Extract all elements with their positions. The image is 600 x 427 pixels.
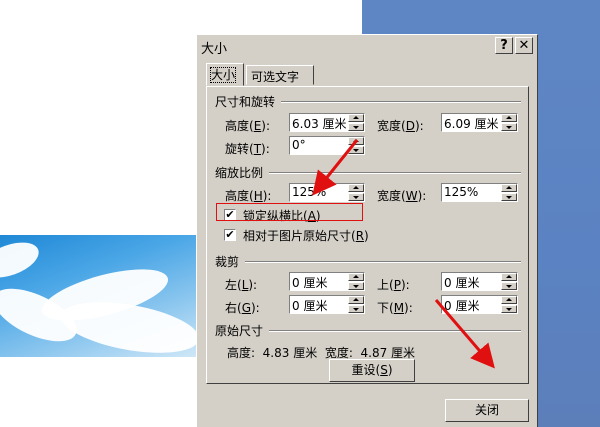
spin-up-icon[interactable] (501, 296, 517, 304)
divider (269, 330, 521, 332)
divider (281, 101, 521, 103)
crop-top-spinner[interactable]: 0 厘米 (441, 272, 518, 291)
size-dialog: 大小 ? ✕ 大小 可选文字 尺寸和旋转 高度(E): 6.03 厘米 宽度(D… (196, 34, 538, 427)
spin-up-icon[interactable] (348, 114, 364, 122)
spin-down-icon[interactable] (501, 193, 517, 201)
spin-down-icon[interactable] (348, 282, 364, 290)
height-spinner[interactable]: 6.03 厘米 (289, 113, 365, 132)
spin-down-icon[interactable] (501, 123, 517, 131)
crop-right-spinner[interactable]: 0 厘米 (289, 295, 365, 314)
crop-right-label: 右(G): (225, 301, 260, 315)
tab-size[interactable]: 大小 (206, 63, 244, 86)
dialog-title: 大小 (201, 42, 228, 57)
relative-original-label: 相对于图片原始尺寸(R) (243, 229, 369, 243)
crop-heading: 裁剪 (215, 255, 240, 269)
spin-up-icon[interactable] (501, 184, 517, 192)
divider (245, 261, 521, 263)
spin-down-icon[interactable] (501, 282, 517, 290)
relative-original-checkbox[interactable]: ✔ (224, 229, 236, 241)
original-size-heading: 原始尺寸 (215, 324, 264, 338)
crop-bottom-spinner[interactable]: 0 厘米 (441, 295, 518, 314)
scale-heading: 缩放比例 (215, 166, 264, 180)
spin-up-icon[interactable] (501, 273, 517, 281)
spin-up-icon[interactable] (348, 184, 364, 192)
tab-alt-text[interactable]: 可选文字 (246, 65, 314, 85)
crop-left-spinner[interactable]: 0 厘米 (289, 272, 365, 291)
spin-down-icon[interactable] (348, 146, 364, 154)
spin-up-icon[interactable] (348, 296, 364, 304)
scale-height-spinner[interactable]: 125% (289, 183, 365, 202)
spin-down-icon[interactable] (348, 193, 364, 201)
close-icon[interactable]: ✕ (515, 37, 533, 54)
spin-down-icon[interactable] (348, 123, 364, 131)
help-button[interactable]: ? (495, 37, 513, 54)
spin-down-icon[interactable] (501, 305, 517, 313)
scale-width-label: 宽度(W): (377, 189, 427, 203)
reset-button[interactable]: 重设(S) (329, 359, 415, 382)
dialog-titlebar: 大小 ? ✕ (197, 35, 537, 57)
spin-up-icon[interactable] (501, 114, 517, 122)
spin-up-icon[interactable] (348, 137, 364, 145)
size-rotate-heading: 尺寸和旋转 (215, 95, 276, 109)
width-spinner[interactable]: 6.09 厘米 (441, 113, 518, 132)
crop-left-label: 左(L): (225, 278, 258, 292)
scale-width-spinner[interactable]: 125% (441, 183, 518, 202)
crop-bottom-label: 下(M): (377, 301, 413, 315)
scale-height-label: 高度(H): (225, 189, 272, 203)
highlight-box (216, 203, 363, 221)
height-label: 高度(E): (225, 119, 271, 133)
crop-top-label: 上(P): (377, 278, 410, 292)
close-button[interactable]: 关闭 (445, 399, 529, 422)
flower-image (0, 235, 196, 357)
rotation-spinner[interactable]: 0° (289, 136, 365, 155)
spin-up-icon[interactable] (348, 273, 364, 281)
spin-down-icon[interactable] (348, 305, 364, 313)
width-label: 宽度(D): (377, 119, 424, 133)
divider (269, 172, 521, 174)
rotation-label: 旋转(T): (225, 142, 270, 156)
